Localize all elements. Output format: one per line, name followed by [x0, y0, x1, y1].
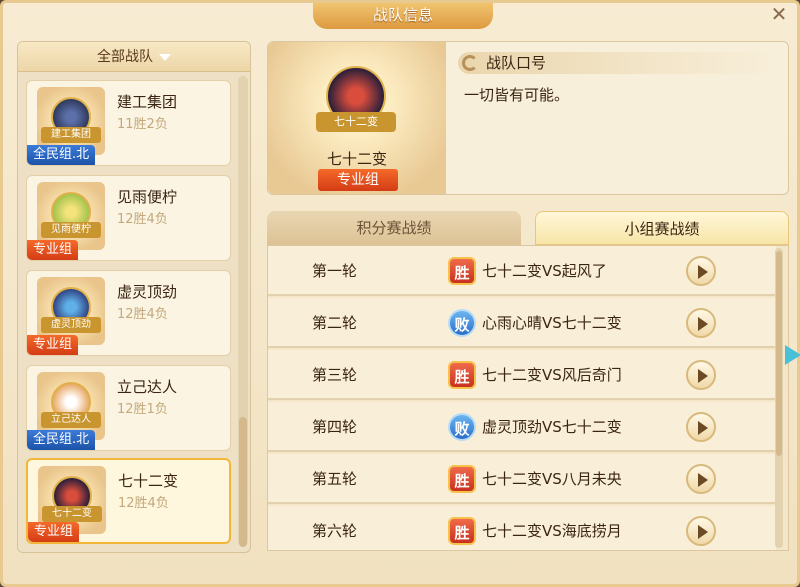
round-label: 第四轮	[312, 418, 358, 436]
team-card[interactable]: 虚灵顶劲 专业组 虚灵顶劲 12胜4负	[26, 270, 231, 356]
rounds-list: 第一轮 胜 七十二变VS起风了 第二轮 败 心雨心晴VS七十二变 第三轮 胜 七…	[267, 245, 789, 551]
team-list-scroll-thumb[interactable]	[239, 417, 247, 547]
play-replay-button[interactable]	[686, 412, 716, 442]
play-replay-button[interactable]	[686, 516, 716, 546]
round-label: 第五轮	[312, 470, 358, 488]
team-record: 12胜4负	[118, 496, 169, 511]
match-text: 虚灵顶劲VS七十二变	[482, 418, 622, 436]
close-button[interactable]: ✕	[767, 3, 791, 27]
group-badge: 专业组	[27, 240, 79, 260]
team-record: 11胜2负	[117, 117, 168, 132]
team-name: 见雨便柠	[117, 188, 178, 206]
motto-title: 战队口号	[486, 54, 547, 72]
caret-down-icon	[159, 53, 171, 61]
match-text: 七十二变VS风后奇门	[482, 366, 622, 384]
team-big-logo: 七十二变 七十二变 专业组	[268, 42, 446, 194]
tab-group-record[interactable]: 小组赛战绩	[535, 211, 789, 245]
team-detail-panel: 七十二变 七十二变 专业组 战队口号 一切皆有可能。	[267, 41, 789, 195]
round-row: 第一轮 胜 七十二变VS起风了	[268, 246, 776, 296]
round-label: 第一轮	[312, 262, 358, 280]
team-record: 12胜1负	[117, 402, 168, 417]
round-label: 第六轮	[312, 522, 358, 540]
lose-icon: 败	[448, 413, 476, 441]
win-icon: 胜	[448, 465, 476, 493]
team-logo-text: 虚灵顶劲	[41, 317, 101, 333]
team-card-selected[interactable]: 七十二变 专业组 七十二变 12胜4负	[26, 458, 231, 544]
round-row: 第三轮 胜 七十二变VS风后奇门	[268, 350, 776, 400]
team-name: 七十二变	[118, 472, 179, 490]
rounds-scroll-thumb[interactable]	[776, 251, 782, 456]
group-badge: 全民组.北	[27, 430, 96, 450]
win-icon: 胜	[448, 257, 476, 285]
big-logo-text: 七十二变	[316, 112, 396, 132]
team-card[interactable]: 见雨便柠 专业组 见雨便柠 12胜4负	[26, 175, 231, 261]
team-name: 建工集团	[117, 93, 178, 111]
match-text: 七十二变VS海底捞月	[482, 522, 622, 540]
match-text: 七十二变VS八月未央	[482, 470, 622, 488]
team-card[interactable]: 立己达人 全民组.北 立己达人 12胜1负	[26, 365, 231, 451]
motto-header: 战队口号	[458, 52, 778, 74]
motto-text: 一切皆有可能。	[464, 86, 570, 104]
side-arrow-icon[interactable]	[785, 345, 800, 365]
match-text: 心雨心晴VS七十二变	[482, 314, 622, 332]
team-name: 立己达人	[117, 378, 178, 396]
play-replay-button[interactable]	[686, 464, 716, 494]
team-info-window: 战队信息 ✕ 全部战队 建工集团 全民组.北 建工集团 11胜2负 见雨便柠 专…	[0, 0, 800, 587]
tab-points-record[interactable]: 积分赛战绩	[267, 211, 521, 245]
play-replay-button[interactable]	[686, 308, 716, 338]
lose-icon: 败	[448, 309, 476, 337]
group-badge: 全民组.北	[27, 145, 96, 165]
team-filter-dropdown[interactable]: 全部战队	[18, 42, 250, 72]
team-list-panel: 全部战队 建工集团 全民组.北 建工集团 11胜2负 见雨便柠 专业组 见雨便柠…	[17, 41, 251, 553]
detail-group-badge: 专业组	[318, 169, 398, 191]
team-card[interactable]: 建工集团 全民组.北 建工集团 11胜2负	[26, 80, 231, 166]
team-record: 12胜4负	[117, 307, 168, 322]
record-tabs: 积分赛战绩 小组赛战绩	[267, 211, 789, 245]
play-replay-button[interactable]	[686, 360, 716, 390]
group-badge: 专业组	[27, 335, 79, 355]
round-row: 第二轮 败 心雨心晴VS七十二变	[268, 298, 776, 348]
match-text: 七十二变VS起风了	[482, 262, 607, 280]
round-row: 第六轮 胜 七十二变VS海底捞月	[268, 506, 776, 550]
team-logo-text: 建工集团	[41, 127, 101, 143]
swirl-icon	[462, 55, 478, 71]
team-filter-label: 全部战队	[97, 49, 153, 65]
round-label: 第二轮	[312, 314, 358, 332]
win-icon: 胜	[448, 517, 476, 545]
team-logo-text: 立己达人	[41, 412, 101, 428]
team-logo-text: 见雨便柠	[41, 222, 101, 238]
group-badge: 专业组	[28, 522, 80, 542]
detail-team-name: 七十二变	[326, 150, 387, 168]
team-name: 虚灵顶劲	[117, 283, 178, 301]
window-title: 战队信息	[313, 3, 493, 29]
round-row: 第五轮 胜 七十二变VS八月未央	[268, 454, 776, 504]
round-label: 第三轮	[312, 366, 358, 384]
play-replay-button[interactable]	[686, 256, 716, 286]
win-icon: 胜	[448, 361, 476, 389]
round-row: 第四轮 败 虚灵顶劲VS七十二变	[268, 402, 776, 452]
team-logo-text: 七十二变	[42, 506, 102, 522]
team-record: 12胜4负	[117, 212, 168, 227]
